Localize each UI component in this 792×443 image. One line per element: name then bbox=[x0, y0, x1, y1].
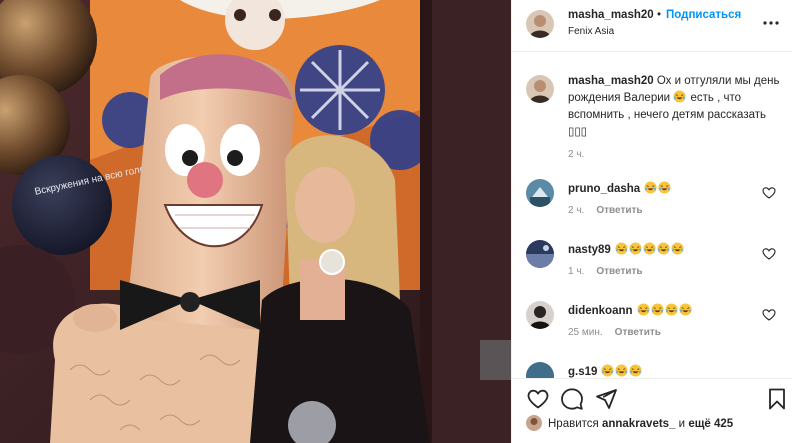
commenter-avatar[interactable] bbox=[526, 362, 554, 378]
liker-avatar[interactable] bbox=[526, 415, 542, 431]
commenter-avatar[interactable] bbox=[526, 179, 554, 207]
commenter-username[interactable]: pruno_dasha bbox=[568, 183, 640, 195]
post-photo[interactable]: Вскружения на всю голову bbox=[0, 0, 511, 443]
comment-text: nasty89 bbox=[568, 242, 685, 256]
comment-meta: 1 ч. Ответить bbox=[568, 266, 643, 277]
crying-laughing-emoji-icon bbox=[601, 364, 614, 377]
likes-summary: Нравится annakravets_ и ещё 425 bbox=[526, 415, 733, 435]
caption-avatar[interactable] bbox=[526, 75, 554, 103]
paper-plane-icon[interactable] bbox=[594, 387, 618, 411]
comment-like-heart-icon[interactable] bbox=[762, 247, 776, 261]
comment-text: pruno_dasha bbox=[568, 181, 672, 195]
comment-emojis bbox=[601, 364, 643, 378]
crying-laughing-emoji-icon bbox=[636, 303, 650, 316]
crying-laughing-emoji-icon bbox=[671, 242, 684, 255]
comment-like-heart-icon[interactable] bbox=[762, 186, 776, 200]
comment-timestamp: 2 ч. bbox=[568, 205, 585, 216]
crying-laughing-emoji-icon bbox=[650, 303, 664, 316]
commenter-avatar[interactable] bbox=[526, 240, 554, 268]
comment-meta: 2 ч. Ответить bbox=[568, 205, 643, 216]
comment-item: pruno_dasha 2 ч. Ответить bbox=[526, 179, 790, 227]
reply-button[interactable]: Ответить bbox=[615, 327, 661, 338]
author-avatar[interactable] bbox=[526, 10, 554, 38]
bookmark-icon[interactable] bbox=[765, 387, 789, 411]
caption-timestamp: 2 ч. bbox=[568, 149, 585, 160]
comment-text: g.s19 bbox=[568, 364, 643, 378]
caption-trailing-glyphs: ▯▯▯ bbox=[568, 126, 587, 138]
likes-count[interactable]: ещё 425 bbox=[688, 418, 733, 430]
caption-username[interactable]: masha_mash20 bbox=[568, 75, 654, 87]
comment-timestamp: 25 мин. bbox=[568, 327, 603, 338]
crying-laughing-emoji-icon bbox=[673, 90, 686, 103]
commenter-username[interactable]: didenkoann bbox=[568, 305, 633, 317]
crying-laughing-emoji-icon bbox=[615, 364, 628, 377]
comment-icon[interactable] bbox=[560, 387, 584, 411]
reply-button[interactable]: Ответить bbox=[596, 205, 642, 216]
likes-middle: и bbox=[675, 418, 689, 430]
commenter-username[interactable]: nasty89 bbox=[568, 244, 611, 256]
crying-laughing-emoji-icon bbox=[664, 303, 678, 316]
separator-dot: • bbox=[657, 9, 662, 21]
more-horizontal-icon[interactable] bbox=[761, 13, 781, 33]
comment-item: didenkoann 25 мин. Ответить bbox=[526, 301, 790, 349]
comment-meta: 25 мин. Ответить bbox=[568, 327, 661, 338]
likes-prefix: Нравится bbox=[548, 418, 602, 430]
heart-icon[interactable] bbox=[526, 387, 550, 411]
comment-item: g.s19 bbox=[526, 362, 790, 378]
crying-laughing-emoji-icon bbox=[615, 242, 628, 255]
reply-button[interactable]: Ответить bbox=[596, 266, 642, 277]
crying-laughing-emoji-icon bbox=[657, 242, 670, 255]
comment-emojis bbox=[644, 181, 672, 195]
crying-laughing-emoji-icon bbox=[644, 181, 657, 194]
crying-laughing-emoji-icon bbox=[629, 242, 642, 255]
crying-laughing-emoji-icon bbox=[678, 303, 692, 316]
post-header: masha_mash20 • Подписаться Fenix Asia bbox=[512, 0, 792, 52]
follow-button[interactable]: Подписаться bbox=[666, 9, 741, 21]
party-photo-image: Вскружения на всю голову bbox=[0, 0, 511, 443]
crying-laughing-emoji-icon bbox=[643, 242, 656, 255]
comment-text: didenkoann bbox=[568, 303, 693, 317]
crying-laughing-emoji-icon bbox=[629, 364, 642, 377]
caption-text: masha_mash20 Ох и отгуляли мы день рожде… bbox=[568, 73, 780, 141]
post-actions-bar bbox=[512, 378, 792, 418]
commenter-username[interactable]: g.s19 bbox=[568, 366, 597, 378]
comment-like-heart-icon[interactable] bbox=[762, 308, 776, 322]
comments-list[interactable]: masha_mash20 Ох и отгуляли мы день рожде… bbox=[512, 53, 792, 378]
comment-emojis bbox=[636, 303, 693, 317]
post-details-panel: masha_mash20 • Подписаться Fenix Asia ma… bbox=[511, 0, 792, 443]
liker-username[interactable]: annakravets_ bbox=[602, 418, 676, 430]
commenter-avatar[interactable] bbox=[526, 301, 554, 329]
post-location[interactable]: Fenix Asia bbox=[568, 26, 614, 37]
author-username[interactable]: masha_mash20 bbox=[568, 9, 654, 21]
comment-timestamp: 1 ч. bbox=[568, 266, 585, 277]
comment-item: nasty89 1 ч. Ответить bbox=[526, 240, 790, 288]
comment-emojis bbox=[615, 242, 685, 256]
crying-laughing-emoji-icon bbox=[658, 181, 671, 194]
